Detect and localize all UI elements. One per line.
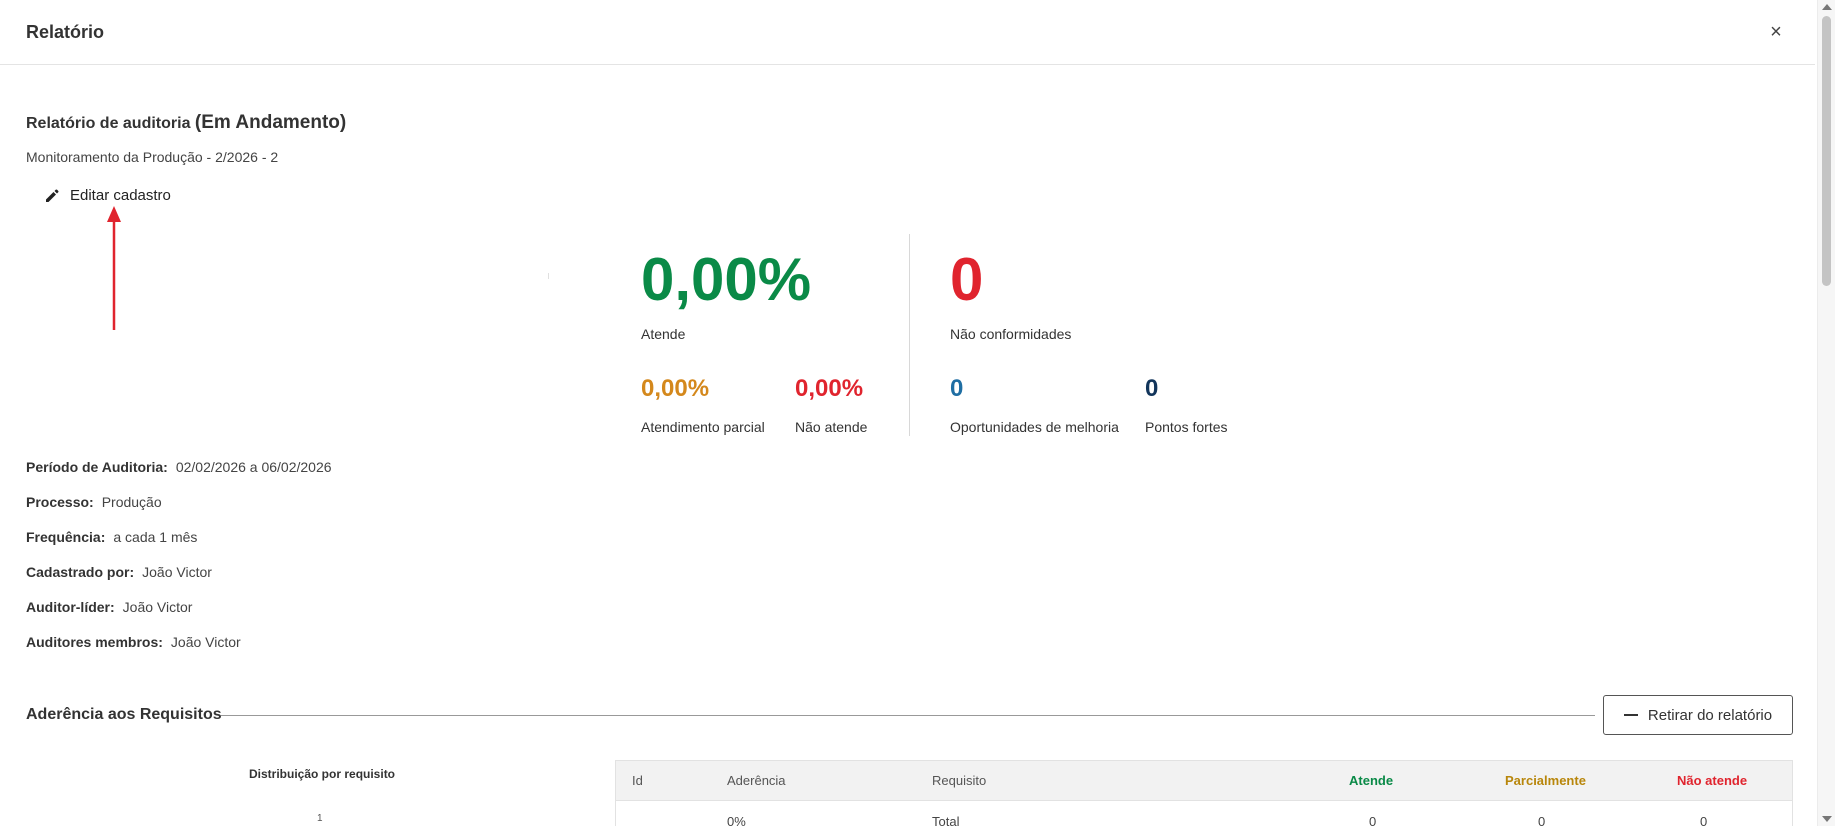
cell-aderencia: 0% bbox=[727, 814, 746, 826]
atende-value: 0,00% bbox=[641, 246, 812, 313]
col-requisito: Requisito bbox=[932, 773, 987, 788]
atende-label: Atende bbox=[641, 326, 686, 342]
remove-from-report-label: Retirar do relatório bbox=[1647, 706, 1773, 724]
audit-subtitle: Monitoramento da Produção - 2/2026 - 2 bbox=[26, 149, 279, 165]
scroll-up-icon[interactable] bbox=[1822, 4, 1832, 10]
audit-title-text: Relatório de auditoria bbox=[26, 115, 191, 132]
report-dialog: Relatório × Relatório de auditoria (Em A… bbox=[0, 0, 1835, 826]
info-label: Auditores membros: bbox=[26, 634, 163, 650]
oportunidades-label: Oportunidades de melhoria bbox=[950, 419, 1119, 435]
chart-placeholder bbox=[548, 273, 549, 279]
info-label: Cadastrado por: bbox=[26, 564, 135, 580]
scroll-thumb[interactable] bbox=[1822, 16, 1831, 286]
pontos-fortes-value: 0 bbox=[1145, 375, 1159, 402]
info-auditores-membros: Auditores membros: João Victor bbox=[26, 634, 241, 650]
info-frequencia: Frequência: a cada 1 mês bbox=[26, 529, 197, 545]
metrics-divider bbox=[909, 234, 910, 436]
section-divider bbox=[221, 715, 1595, 716]
col-parcialmente: Parcialmente bbox=[1505, 773, 1586, 788]
nao-conformidades-value: 0 bbox=[950, 246, 984, 313]
atendimento-parcial-label: Atendimento parcial bbox=[641, 419, 765, 435]
minus-icon bbox=[1623, 714, 1638, 716]
info-label: Frequência: bbox=[26, 529, 106, 545]
table-header: Id Aderência Requisito Atende Parcialmen… bbox=[616, 761, 1792, 801]
audit-title: Relatório de auditoria (Em Andamento) bbox=[26, 112, 346, 134]
info-value: Produção bbox=[101, 494, 162, 510]
nao-atende-value: 0,00% bbox=[795, 375, 864, 402]
dialog-title: Relatório bbox=[26, 22, 105, 42]
dialog-header: Relatório × bbox=[0, 0, 1815, 65]
col-id: Id bbox=[632, 773, 643, 788]
close-button[interactable]: × bbox=[1764, 20, 1788, 44]
atendimento-parcial-value: 0,00% bbox=[641, 375, 710, 402]
distribution-title: Distribuição por requisito bbox=[249, 767, 396, 781]
cell-requisito: Total bbox=[932, 814, 960, 826]
oportunidades-value: 0 bbox=[950, 375, 964, 402]
info-label: Auditor-líder: bbox=[26, 599, 115, 615]
col-nao-atende: Não atende bbox=[1677, 773, 1748, 788]
pencil-icon bbox=[46, 189, 59, 202]
info-auditor-lider: Auditor-líder: João Victor bbox=[26, 599, 192, 615]
cell-atende: 0 bbox=[1369, 814, 1377, 826]
section-title: Aderência aos Requisitos bbox=[26, 706, 222, 723]
remove-from-report-button[interactable]: Retirar do relatório bbox=[1603, 695, 1793, 735]
info-value: João Victor bbox=[142, 564, 212, 580]
pontos-fortes-label: Pontos fortes bbox=[1145, 419, 1228, 435]
info-value: João Victor bbox=[170, 634, 241, 650]
requirements-table: Id Aderência Requisito Atende Parcialmen… bbox=[615, 760, 1793, 826]
scroll-down-icon[interactable] bbox=[1822, 816, 1832, 822]
distribution-tick: 1 bbox=[317, 813, 323, 824]
info-value: a cada 1 mês bbox=[113, 529, 198, 545]
info-periodo: Período de Auditoria: 02/02/2026 a 06/02/… bbox=[26, 459, 332, 475]
vertical-scrollbar[interactable] bbox=[1817, 0, 1835, 826]
info-label: Processo: bbox=[26, 494, 94, 510]
info-cadastrado-por: Cadastrado por: João Victor bbox=[26, 564, 212, 580]
annotation-arrow-icon bbox=[107, 206, 121, 330]
nao-atende-label: Não atende bbox=[795, 419, 868, 435]
edit-registration-label: Editar cadastro bbox=[70, 187, 171, 204]
info-value: João Victor bbox=[122, 599, 193, 615]
nao-conformidades-label: Não conformidades bbox=[950, 326, 1072, 342]
cell-nao-atende: 0 bbox=[1700, 814, 1708, 826]
info-processo: Processo: Produção bbox=[26, 494, 162, 510]
info-value: 02/02/2026 a 06/02/2026 bbox=[175, 459, 332, 475]
info-label: Período de Auditoria: bbox=[26, 459, 168, 475]
col-aderencia: Aderência bbox=[727, 773, 786, 788]
cell-parcialmente: 0 bbox=[1538, 814, 1546, 826]
audit-status: (Em Andamento) bbox=[194, 112, 347, 133]
col-atende: Atende bbox=[1349, 773, 1394, 788]
edit-registration-link[interactable]: Editar cadastro bbox=[44, 187, 171, 204]
